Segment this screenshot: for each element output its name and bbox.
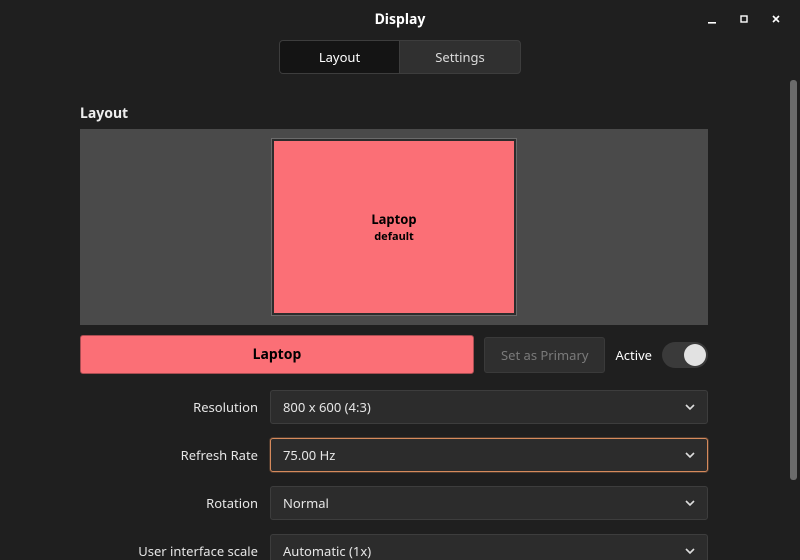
- minimize-button[interactable]: [702, 9, 722, 29]
- monitor-subtitle: default: [374, 229, 414, 244]
- ui-scale-value: Automatic (1x): [283, 542, 371, 560]
- tab-layout[interactable]: Layout: [280, 41, 400, 73]
- tab-settings[interactable]: Settings: [400, 41, 520, 73]
- window-title: Display: [375, 10, 426, 29]
- refresh-rate-label: Refresh Rate: [80, 446, 258, 464]
- chevron-down-icon: [685, 398, 695, 416]
- vertical-scrollbar[interactable]: [790, 36, 797, 552]
- section-heading-layout: Layout: [80, 104, 708, 123]
- tab-segmented-control: Layout Settings: [279, 40, 521, 74]
- ui-scale-label: User interface scale: [80, 542, 258, 560]
- close-button[interactable]: [766, 9, 786, 29]
- chevron-down-icon: [685, 542, 695, 560]
- rotation-label: Rotation: [80, 494, 258, 512]
- active-toggle[interactable]: [662, 342, 708, 368]
- chevron-down-icon: [685, 494, 695, 512]
- selected-display-row: Laptop Set as Primary Active: [80, 335, 708, 374]
- resolution-select[interactable]: 800 x 600 (4:3): [270, 390, 708, 424]
- refresh-rate-select[interactable]: 75.00 Hz: [270, 438, 708, 472]
- ui-scale-select[interactable]: Automatic (1x): [270, 534, 708, 560]
- active-toggle-label: Active: [615, 346, 652, 364]
- resolution-label: Resolution: [80, 398, 258, 416]
- chevron-down-icon: [685, 446, 695, 464]
- monitor-name: Laptop: [371, 210, 416, 228]
- scrollbar-thumb[interactable]: [790, 80, 797, 480]
- tab-switcher: Layout Settings: [0, 40, 800, 74]
- toggle-thumb: [684, 344, 706, 366]
- titlebar: Display: [0, 0, 800, 38]
- resolution-value: 800 x 600 (4:3): [283, 398, 371, 416]
- rotation-value: Normal: [283, 494, 329, 512]
- content-scroll-area[interactable]: Layout Laptop default Laptop Set as Prim…: [0, 80, 788, 560]
- refresh-rate-value: 75.00 Hz: [283, 446, 335, 464]
- monitor-tile-laptop[interactable]: Laptop default: [272, 139, 516, 315]
- display-arrangement-box[interactable]: Laptop default: [80, 129, 708, 325]
- selected-display-button[interactable]: Laptop: [80, 335, 474, 374]
- rotation-select[interactable]: Normal: [270, 486, 708, 520]
- maximize-button[interactable]: [734, 9, 754, 29]
- display-settings-form: Resolution 800 x 600 (4:3) Refresh Rate …: [80, 390, 708, 560]
- set-as-primary-button[interactable]: Set as Primary: [484, 337, 605, 373]
- window-controls: [702, 0, 794, 38]
